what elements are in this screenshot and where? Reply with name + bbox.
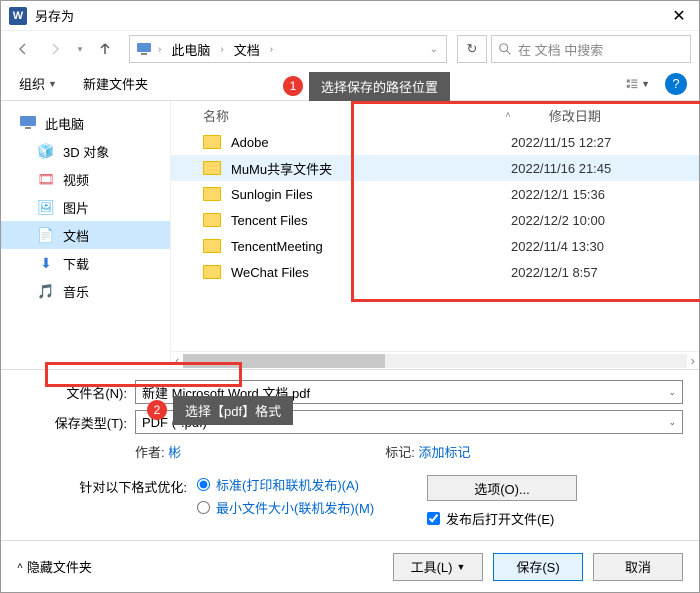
search-input[interactable]: 在 文档 中搜索 xyxy=(491,35,691,63)
filename-label: 文件名(N): xyxy=(17,383,127,402)
row-date: 2022/11/4 13:30 xyxy=(511,239,604,254)
help-button[interactable]: ? xyxy=(665,73,687,95)
sidebar-item-5[interactable]: 🎵 音乐 xyxy=(1,277,170,305)
sidebar-label: 此电脑 xyxy=(45,114,84,133)
sidebar-item-icon: 🎞 xyxy=(37,170,55,188)
nav-history-dropdown[interactable]: ▾ xyxy=(73,44,87,55)
sort-indicator-icon[interactable]: ˄ xyxy=(505,110,511,121)
folder-icon xyxy=(203,187,221,201)
sidebar-item-icon: 📄 xyxy=(37,226,55,244)
sidebar-item-icon: 🖼 xyxy=(37,198,55,216)
optimize-label: 针对以下格式优化: xyxy=(57,475,197,496)
sidebar-item-3[interactable]: 📄 文档 xyxy=(1,221,170,249)
sidebar-item-label: 3D 对象 xyxy=(63,142,109,161)
row-name: MuMu共享文件夹 xyxy=(231,159,511,178)
row-date: 2022/11/16 21:45 xyxy=(511,161,611,176)
sidebar-item-label: 音乐 xyxy=(63,282,89,301)
options-button[interactable]: 选项(O)... xyxy=(427,475,577,501)
sidebar-item-label: 视频 xyxy=(63,170,89,189)
annotation-callout-1: 1 选择保存的路径位置 xyxy=(309,72,450,101)
save-button[interactable]: 保存(S) xyxy=(493,553,583,581)
row-date: 2022/12/2 10:00 xyxy=(511,213,605,228)
row-date: 2022/12/1 15:36 xyxy=(511,187,605,202)
col-name[interactable]: 名称 xyxy=(195,106,505,125)
radio-standard[interactable]: 标准(打印和联机发布)(A) xyxy=(197,475,397,494)
sidebar-item-label: 文档 xyxy=(63,226,89,245)
breadcrumb-current[interactable]: 文档 xyxy=(230,38,264,61)
list-header: 名称 ˄ 修改日期 xyxy=(171,101,699,129)
author-field[interactable]: 彬 xyxy=(168,445,181,460)
tools-button[interactable]: 工具(L) ▼ xyxy=(393,553,483,581)
row-name: Sunlogin Files xyxy=(231,187,511,202)
address-dropdown-button[interactable]: ⌄ xyxy=(428,44,440,55)
nav-forward-button[interactable] xyxy=(41,35,69,63)
sidebar-item-label: 下载 xyxy=(63,254,89,273)
row-name: Adobe xyxy=(231,135,511,150)
folder-icon xyxy=(203,239,221,253)
sidebar-item-0[interactable]: 🧊 3D 对象 xyxy=(1,137,170,165)
row-date: 2022/11/15 12:27 xyxy=(511,135,611,150)
nav-up-button[interactable] xyxy=(91,35,119,63)
pc-icon xyxy=(19,114,37,132)
close-button[interactable]: ✕ xyxy=(659,2,699,30)
cancel-button[interactable]: 取消 xyxy=(593,553,683,581)
view-mode-button[interactable]: ▼ xyxy=(625,73,651,95)
search-icon xyxy=(498,42,512,56)
chevron-down-icon[interactable]: ⌄ xyxy=(668,387,676,398)
filetype-label: 保存类型(T): xyxy=(17,413,127,432)
row-name: WeChat Files xyxy=(231,265,511,280)
chevron-down-icon[interactable]: ⌄ xyxy=(668,417,676,428)
breadcrumb-this-pc[interactable]: 此电脑 xyxy=(167,38,214,61)
table-row[interactable]: WeChat Files2022/12/1 8:57 xyxy=(171,259,699,285)
word-icon: W xyxy=(9,7,27,25)
sidebar-this-pc[interactable]: 此电脑 xyxy=(1,109,170,137)
hide-folders-button[interactable]: ˄ 隐藏文件夹 xyxy=(17,557,92,576)
address-bar[interactable]: › 此电脑 › 文档 › ⌄ xyxy=(129,35,447,63)
annotation-callout-2: 2 选择【pdf】格式 xyxy=(173,396,293,425)
table-row[interactable]: TencentMeeting2022/11/4 13:30 xyxy=(171,233,699,259)
sidebar-item-label: 图片 xyxy=(63,198,89,217)
pc-icon xyxy=(136,42,152,56)
row-date: 2022/12/1 8:57 xyxy=(511,265,598,280)
folder-icon xyxy=(203,265,221,279)
annotation-badge-1: 1 xyxy=(283,76,303,96)
sidebar: 此电脑 🧊 3D 对象 🎞 视频 🖼 图片 📄 文档 ⬇ 下载 🎵 音乐 xyxy=(1,101,171,369)
radio-minsize[interactable]: 最小文件大小(联机发布)(M) xyxy=(197,498,397,517)
folder-icon xyxy=(203,161,221,175)
search-placeholder: 在 文档 中搜索 xyxy=(518,40,603,59)
sidebar-item-1[interactable]: 🎞 视频 xyxy=(1,165,170,193)
refresh-button[interactable]: ↻ xyxy=(457,35,487,63)
author-label: 作者: xyxy=(135,445,165,460)
table-row[interactable]: MuMu共享文件夹2022/11/16 21:45 xyxy=(171,155,699,181)
sidebar-item-4[interactable]: ⬇ 下载 xyxy=(1,249,170,277)
col-date[interactable]: 修改日期 xyxy=(541,106,699,125)
chevron-right-icon[interactable]: › xyxy=(268,44,275,55)
sidebar-item-2[interactable]: 🖼 图片 xyxy=(1,193,170,221)
table-row[interactable]: Sunlogin Files2022/12/1 15:36 xyxy=(171,181,699,207)
organize-button[interactable]: 组织 ▼ xyxy=(13,70,63,97)
nav-back-button[interactable] xyxy=(9,35,37,63)
folder-icon xyxy=(203,213,221,227)
new-folder-button[interactable]: 新建文件夹 xyxy=(77,70,154,97)
row-name: Tencent Files xyxy=(231,213,511,228)
sidebar-item-icon: 🎵 xyxy=(37,282,55,300)
folder-icon xyxy=(203,135,221,149)
open-after-checkbox[interactable]: 发布后打开文件(E) xyxy=(427,509,554,528)
horizontal-scrollbar[interactable]: ‹› xyxy=(171,351,699,369)
annotation-badge-2: 2 xyxy=(147,400,167,420)
table-row[interactable]: Tencent Files2022/12/2 10:00 xyxy=(171,207,699,233)
tags-field[interactable]: 添加标记 xyxy=(419,445,471,460)
row-name: TencentMeeting xyxy=(231,239,511,254)
tags-label: 标记: xyxy=(385,445,415,460)
sidebar-item-icon: 🧊 xyxy=(37,142,55,160)
window-title: 另存为 xyxy=(35,6,659,25)
chevron-right-icon[interactable]: › xyxy=(218,44,225,55)
sidebar-item-icon: ⬇ xyxy=(37,254,55,272)
table-row[interactable]: Adobe2022/11/15 12:27 xyxy=(171,129,699,155)
chevron-right-icon[interactable]: › xyxy=(156,44,163,55)
